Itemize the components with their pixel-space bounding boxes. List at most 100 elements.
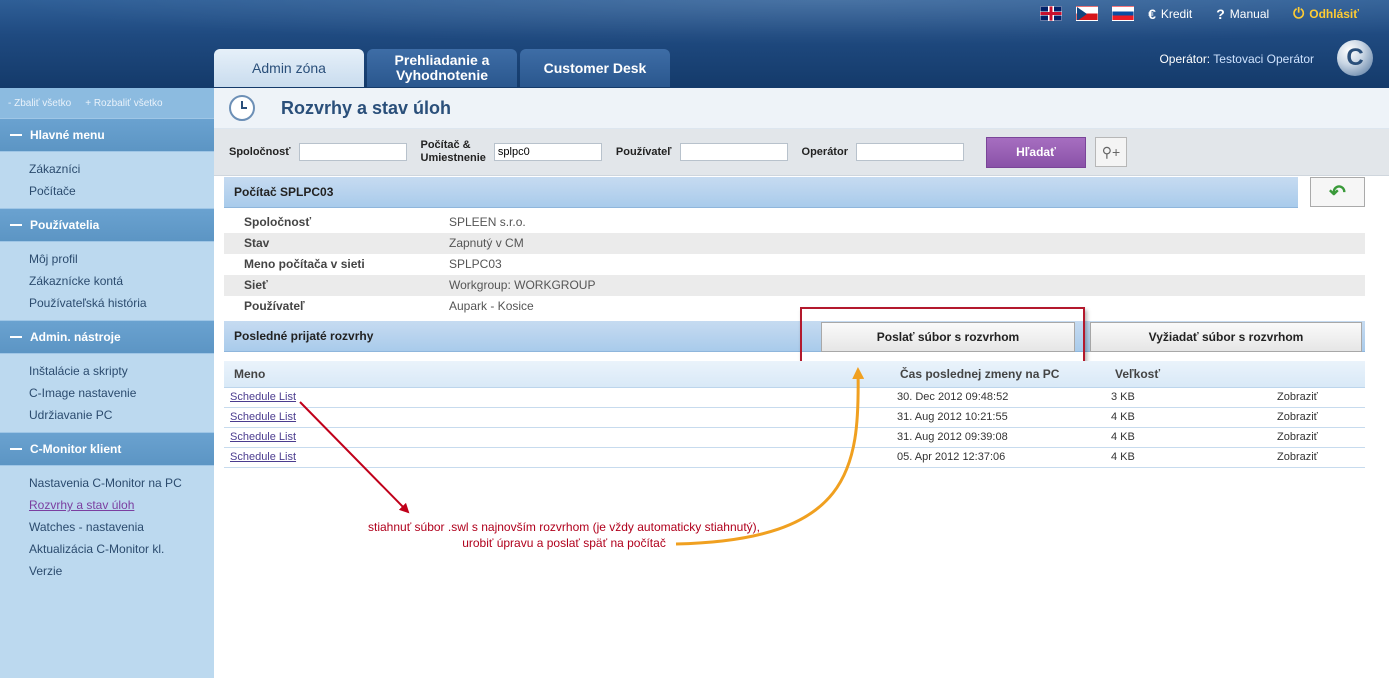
czech-flag-icon[interactable] xyxy=(1076,6,1099,21)
sidebar-item-my-profile[interactable]: Môj profil xyxy=(0,248,214,270)
company-label: Spoločnosť xyxy=(229,145,291,158)
column-header-size: Veľkosť xyxy=(1115,367,1161,381)
power-icon: ⏻ xyxy=(1293,5,1305,21)
page-title-bar: Rozvrhy a stav úloh xyxy=(214,88,1389,129)
detail-value: SPLEEN s.r.o. xyxy=(449,215,526,229)
row-size: 4 KB xyxy=(1111,431,1135,443)
computer-section-header: Počítač SPLPC03 xyxy=(224,177,1298,208)
row-time: 30. Dec 2012 09:48:52 xyxy=(897,391,1009,403)
show-link[interactable]: Zobraziť xyxy=(1277,391,1318,403)
schedules-section-title: Posledné prijaté rozvrhy xyxy=(234,329,374,343)
operator-search-label: Operátor xyxy=(801,145,848,158)
collapse-all-link[interactable]: - Zbaliť všetko xyxy=(8,98,71,109)
sidebar-item-installs-scripts[interactable]: Inštalácie a skripty xyxy=(0,360,214,382)
computer-input[interactable] xyxy=(493,143,602,161)
credit-link[interactable]: € Kredit xyxy=(1148,6,1192,22)
user-input[interactable] xyxy=(679,143,788,161)
column-header-name: Meno xyxy=(234,367,266,381)
magnifier-plus-icon: ⚲+ xyxy=(1101,143,1121,160)
sidebar-section-body: Môj profil Zákaznícke kontá Používateľsk… xyxy=(0,242,214,320)
table-row: Schedule List 31. Aug 2012 10:21:55 4 KB… xyxy=(224,408,1365,428)
computer-label-line2: Umiestnenie xyxy=(420,152,486,164)
detail-row: Sieť Workgroup: WORKGROUP xyxy=(224,275,1365,296)
tab-review-evaluation[interactable]: Prehliadanie a Vyhodnotenie xyxy=(367,49,517,87)
back-button[interactable]: ↶ xyxy=(1310,177,1365,207)
sidebar-section-users[interactable]: Používatelia xyxy=(0,208,214,242)
sidebar-section-main-menu[interactable]: Hlavné menu xyxy=(0,118,214,152)
column-header-time: Čas poslednej zmeny na PC xyxy=(900,367,1060,381)
operator-input[interactable] xyxy=(855,143,964,161)
show-link[interactable]: Zobraziť xyxy=(1277,451,1318,463)
euro-icon: € xyxy=(1148,5,1156,22)
schedule-link[interactable]: Schedule List xyxy=(230,451,296,463)
sidebar-section-admin-tools[interactable]: Admin. nástroje xyxy=(0,320,214,354)
detail-label: Stav xyxy=(244,236,270,250)
sidebar-item-pc-maintenance[interactable]: Udržiavanie PC xyxy=(0,404,214,426)
table-row: Schedule List 05. Apr 2012 12:37:06 4 KB… xyxy=(224,448,1365,468)
table-row: Schedule List 30. Dec 2012 09:48:52 3 KB… xyxy=(224,388,1365,408)
detail-value: Zapnutý v CM xyxy=(449,236,524,250)
operator-name: Testovaci Operátor xyxy=(1213,52,1314,66)
detail-label: Sieť xyxy=(244,278,268,292)
sidebar-section-body: Inštalácie a skripty C-Image nastavenie … xyxy=(0,354,214,432)
logout-link[interactable]: ⏻ Odhlásiť xyxy=(1293,5,1359,22)
english-flag-icon[interactable] xyxy=(1040,6,1063,21)
sidebar-item-c-monitor-update[interactable]: Aktualizácia C-Monitor kl. xyxy=(0,538,214,560)
app-logo: C xyxy=(1337,40,1373,76)
detail-row: Používateľ Aupark - Kosice xyxy=(224,296,1365,317)
schedule-link[interactable]: Schedule List xyxy=(230,391,296,403)
computer-label-line1: Počítač & xyxy=(420,139,471,151)
show-link[interactable]: Zobraziť xyxy=(1277,431,1318,443)
sidebar-item-customers[interactable]: Zákazníci xyxy=(0,158,214,180)
sidebar-item-user-history[interactable]: Používateľská história xyxy=(0,292,214,314)
search-bar: Spoločnosť Počítač & Umiestnenie Používa… xyxy=(214,129,1389,176)
sidebar-item-customer-accounts[interactable]: Zákaznícke kontá xyxy=(0,270,214,292)
sidebar-section-c-monitor-client[interactable]: C-Monitor klient xyxy=(0,432,214,466)
row-time: 31. Aug 2012 09:39:08 xyxy=(897,431,1008,443)
section-title: Hlavné menu xyxy=(30,128,105,142)
tab-admin-zone[interactable]: Admin zóna xyxy=(214,49,364,87)
sidebar-item-versions[interactable]: Verzie xyxy=(0,560,214,582)
row-time: 31. Aug 2012 10:21:55 xyxy=(897,411,1008,423)
tab-customer-desk[interactable]: Customer Desk xyxy=(520,49,670,87)
computer-section-title: Počítač SPLPC03 xyxy=(234,185,334,199)
row-size: 4 KB xyxy=(1111,451,1135,463)
schedule-link[interactable]: Schedule List xyxy=(230,411,296,423)
sidebar-section-body: Zákazníci Počítače xyxy=(0,152,214,208)
request-schedule-button[interactable]: Vyžiadať súbor s rozvrhom xyxy=(1090,322,1362,352)
page-title: Rozvrhy a stav úloh xyxy=(281,97,452,118)
sidebar-item-computers[interactable]: Počítače xyxy=(0,180,214,202)
user-label: Používateľ xyxy=(615,145,672,158)
sidebar: - Zbaliť všetko + Rozbaliť všetko Hlavné… xyxy=(0,88,214,678)
detail-value: Aupark - Kosice xyxy=(449,299,534,313)
operator-label: Operátor: xyxy=(1159,52,1211,66)
row-size: 3 KB xyxy=(1111,391,1135,403)
manual-link[interactable]: ? Manual xyxy=(1216,6,1269,22)
detail-row: Spoločnosť SPLEEN s.r.o. xyxy=(224,212,1365,233)
credit-label: Kredit xyxy=(1160,6,1193,21)
slovak-flag-icon[interactable] xyxy=(1112,6,1135,21)
advanced-search-button[interactable]: ⚲+ xyxy=(1094,137,1127,167)
main-content: Rozvrhy a stav úloh Spoločnosť Počítač &… xyxy=(214,88,1389,588)
collapse-icon xyxy=(10,134,22,136)
schedule-link[interactable]: Schedule List xyxy=(230,431,296,443)
top-links: € Kredit ? Manual ⏻ Odhlásiť xyxy=(1040,5,1359,22)
sidebar-section-body: Nastavenia C-Monitor na PC Rozvrhy a sta… xyxy=(0,466,214,678)
sidebar-item-watches[interactable]: Watches - nastavenia xyxy=(0,516,214,538)
annotation-line2: urobiť úpravu a poslať späť na počítač xyxy=(462,536,666,550)
expand-all-link[interactable]: + Rozbaliť všetko xyxy=(85,98,162,109)
sidebar-item-c-image-settings[interactable]: C-Image nastavenie xyxy=(0,382,214,404)
detail-row: Stav Zapnutý v CM xyxy=(224,233,1365,254)
clock-icon xyxy=(229,95,255,121)
search-button[interactable]: Hľadať xyxy=(985,136,1086,168)
computer-label: Počítač & Umiestnenie xyxy=(421,139,486,165)
detail-label: Používateľ xyxy=(244,299,305,313)
sidebar-item-c-monitor-settings[interactable]: Nastavenia C-Monitor na PC xyxy=(0,472,214,494)
collapse-icon xyxy=(10,336,22,338)
detail-value: Workgroup: WORKGROUP xyxy=(449,278,596,292)
back-arrow-icon: ↶ xyxy=(1329,181,1346,204)
sidebar-item-schedules[interactable]: Rozvrhy a stav úloh xyxy=(0,494,214,516)
expand-collapse-bar: - Zbaliť všetko + Rozbaliť všetko xyxy=(0,88,214,118)
company-input[interactable] xyxy=(298,143,407,161)
show-link[interactable]: Zobraziť xyxy=(1277,411,1318,423)
